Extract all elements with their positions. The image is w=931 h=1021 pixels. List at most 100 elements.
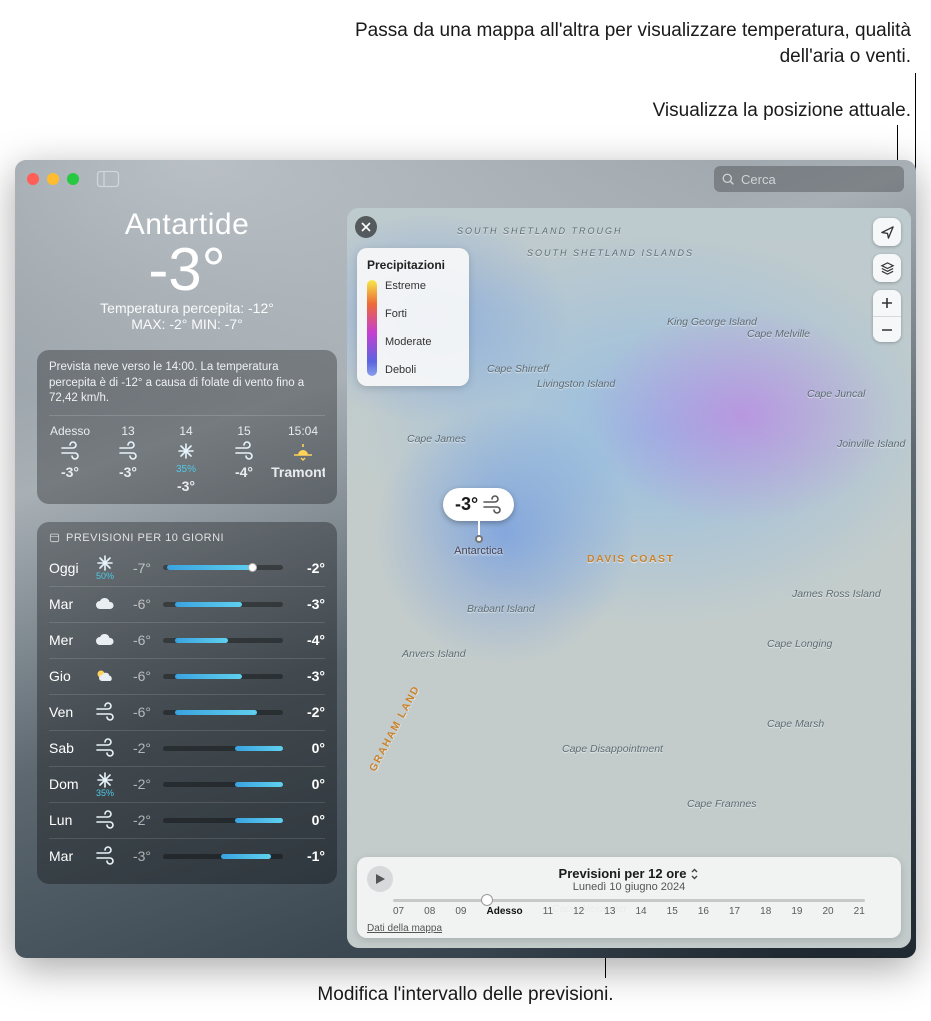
ten-day-row[interactable]: Mer-6°-4°	[49, 622, 325, 658]
map-place-label: Cape James	[407, 433, 466, 445]
map-close-button[interactable]	[355, 216, 377, 238]
map-place-label: Cape Juncal	[807, 388, 865, 400]
forecast-date: Lunedì 10 giugno 2024	[403, 881, 855, 893]
zoom-in-button[interactable]	[873, 290, 901, 316]
map-place-label: SOUTH SHETLAND ISLANDS	[527, 248, 694, 258]
wind-icon	[482, 496, 502, 514]
search-icon	[722, 173, 735, 186]
ten-day-row[interactable]: Ven-6°-2°	[49, 694, 325, 730]
play-button[interactable]	[367, 866, 393, 892]
forecast-narrative: Prevista neve verso le 14:00. La tempera…	[49, 360, 325, 415]
wind-icon	[89, 703, 121, 721]
map-pin[interactable]: -3° Antarctica	[443, 488, 514, 557]
timeline-hour: 20	[823, 906, 834, 917]
hour-item[interactable]: 1435%-3°	[165, 424, 207, 494]
ten-day-row[interactable]: Mar-6°-3°	[49, 586, 325, 622]
map-legend: Precipitazioni EstremeFortiModerateDebol…	[357, 248, 469, 386]
hour-item[interactable]: Adesso-3°	[49, 424, 91, 494]
sidebar-toggle-button[interactable]	[97, 171, 119, 187]
ten-day-row[interactable]: Lun-2°0°	[49, 802, 325, 838]
map-place-label: James Ross Island	[792, 588, 881, 600]
search-input[interactable]: Cerca	[714, 166, 904, 192]
updown-chevron-icon	[690, 868, 699, 880]
map-footer: Previsioni per 12 ore Lunedì 10 giugno 2…	[357, 857, 901, 938]
timeline-hour: 11	[543, 906, 553, 917]
forecast-range-selector[interactable]: Previsioni per 12 ore	[559, 866, 700, 881]
legend-level: Moderate	[385, 336, 431, 348]
pin-bubble: -3°	[443, 488, 514, 521]
close-button[interactable]	[27, 173, 39, 185]
map-place-label: Cape Disappointment	[562, 743, 663, 755]
wind-icon	[118, 441, 138, 461]
map-credit-link[interactable]: Dati della mappa	[367, 923, 442, 934]
calendar-icon	[49, 532, 60, 543]
search-placeholder: Cerca	[741, 172, 776, 187]
ten-day-row[interactable]: Gio-6°-3°	[49, 658, 325, 694]
callout-layers: Passa da una mappa all'altra per visuali…	[311, 18, 911, 69]
map-place-label: Anvers Island	[402, 648, 466, 660]
sunset-icon	[293, 441, 313, 461]
cloud-icon	[89, 632, 121, 648]
wind-icon	[89, 811, 121, 829]
timeline-hour: 16	[698, 906, 709, 917]
minus-icon	[881, 324, 893, 336]
map-place-label: Cape Melville	[747, 328, 810, 340]
map-place-label: Livingston Island	[537, 378, 615, 390]
map-panel[interactable]: Precipitazioni EstremeFortiModerateDebol…	[347, 208, 911, 948]
pin-label: Antarctica	[454, 545, 503, 557]
weather-window: Cerca Antartide -3° Temperatura percepit…	[15, 160, 916, 958]
window-controls	[27, 173, 79, 185]
minimize-button[interactable]	[47, 173, 59, 185]
timeline-slider[interactable]: 070809Adesso1112131415161718192021	[393, 899, 865, 917]
layers-icon	[880, 261, 895, 276]
map-place-label: Cape Framnes	[687, 798, 756, 810]
timeline-hour: 14	[635, 906, 646, 917]
map-place-label: SOUTH SHETLAND TROUGH	[457, 226, 623, 236]
hour-item[interactable]: 15-4°	[223, 424, 265, 494]
map-place-label: Cape Longing	[767, 638, 832, 650]
left-column: Antartide -3° Temperatura percepita: -12…	[37, 208, 337, 884]
hour-item[interactable]: 13-3°	[107, 424, 149, 494]
map-place-label: Brabant Island	[467, 603, 535, 615]
ten-day-panel: PREVISIONI PER 10 GIORNI Oggi50%-7°-2°Ma…	[37, 522, 337, 884]
location-arrow-icon	[880, 225, 895, 240]
callout-locate: Visualizza la posizione attuale.	[311, 98, 911, 124]
locate-button[interactable]	[873, 218, 901, 246]
hour-item[interactable]: 15:04Tramonto	[281, 424, 325, 494]
map-place-label: DAVIS COAST	[587, 553, 674, 565]
cloud-icon	[89, 596, 121, 612]
timeline-hour: 17	[729, 906, 740, 917]
titlebar: Cerca	[15, 160, 916, 198]
map-place-label: King George Island	[667, 316, 757, 328]
wind-icon	[89, 739, 121, 757]
maximize-button[interactable]	[67, 173, 79, 185]
layers-button[interactable]	[873, 254, 901, 282]
timeline-hour: 09	[455, 906, 466, 917]
timeline-hour: 07	[393, 906, 404, 917]
play-icon	[375, 873, 386, 885]
feels-like: Temperatura percepita: -12°	[37, 300, 337, 316]
wind-icon	[60, 441, 80, 461]
legend-level: Forti	[385, 308, 431, 320]
timeline-hour: 13	[604, 906, 615, 917]
legend-level: Deboli	[385, 364, 431, 376]
timeline-hour: 08	[424, 906, 435, 917]
close-icon	[361, 222, 371, 232]
legend-gradient	[367, 280, 377, 376]
timeline-knob[interactable]	[481, 894, 493, 906]
ten-day-row[interactable]: Sab-2°0°	[49, 730, 325, 766]
zoom-out-button[interactable]	[873, 316, 901, 342]
timeline-hour: 21	[854, 906, 865, 917]
timeline-hour: 15	[667, 906, 678, 917]
sun-cloud-icon	[89, 667, 121, 685]
hourly-row[interactable]: Adesso-3° 13-3° 1435%-3° 15-4° 15:04Tramonto	[49, 415, 325, 494]
ten-day-row[interactable]: Oggi50%-7°-2°	[49, 550, 325, 586]
ten-day-row[interactable]: Mar-3°-1°	[49, 838, 325, 874]
high-low: MAX: -2° MIN: -7°	[37, 316, 337, 332]
map-place-label: Joinville Island	[837, 438, 905, 450]
hourly-panel: Prevista neve verso le 14:00. La tempera…	[37, 350, 337, 504]
ten-day-header: PREVISIONI PER 10 GIORNI	[49, 532, 325, 550]
ten-day-row[interactable]: Dom35%-2°0°	[49, 766, 325, 802]
snow-icon	[176, 441, 196, 461]
current-temp: -3°	[37, 240, 337, 300]
